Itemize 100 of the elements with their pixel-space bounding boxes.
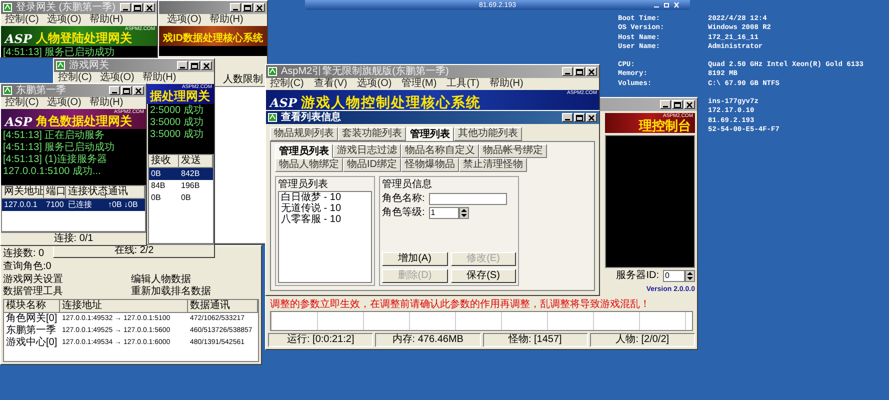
- menu-item[interactable]: 查看(V): [314, 79, 348, 89]
- minimize-button[interactable]: [562, 67, 573, 76]
- stat-text: 连接数: 0: [3, 248, 44, 260]
- menu-item[interactable]: 选项(O): [46, 15, 82, 25]
- field-label: 角色等级:: [382, 207, 425, 219]
- menu-item[interactable]: 帮助(H): [489, 79, 524, 89]
- tool-button[interactable]: 数据管理工具: [3, 286, 63, 298]
- tab[interactable]: 物品规则列表: [270, 127, 338, 141]
- close-button[interactable]: [144, 3, 155, 12]
- maximize-icon: [191, 62, 198, 68]
- restore-button[interactable]: [663, 1, 670, 9]
- window-title: 东鹏第一季: [16, 86, 66, 96]
- tab[interactable]: 套装功能列表: [338, 127, 406, 141]
- menu-item[interactable]: 控制(C): [5, 98, 39, 108]
- tab[interactable]: 管理列表: [406, 127, 454, 141]
- log-line: [4:51:13] 服务已启动成功: [3, 47, 116, 57]
- maximize-button[interactable]: [189, 61, 200, 70]
- spin-arrows-icon: [460, 208, 468, 218]
- close-button[interactable]: [133, 86, 144, 95]
- stat-text: 查询角色:0: [3, 261, 52, 273]
- tab[interactable]: 物品帐号绑定: [479, 144, 547, 158]
- tab[interactable]: 禁止清理怪物: [459, 158, 527, 172]
- close-button[interactable]: [201, 61, 212, 70]
- menu-item[interactable]: 控制(C): [58, 73, 92, 83]
- list-item[interactable]: 白日做梦 - 10: [281, 192, 342, 203]
- tab[interactable]: 游戏日志过滤: [333, 144, 401, 158]
- tool-button[interactable]: 游戏网关设置: [3, 274, 63, 286]
- table-row[interactable]: 0B 842B: [149, 168, 213, 180]
- close-button[interactable]: [586, 67, 597, 76]
- log-line: [4:51:13] 正在启动服务: [3, 130, 106, 142]
- action-button[interactable]: 增加(A): [382, 252, 448, 266]
- banner-logo: ASP: [5, 32, 32, 46]
- spin-field[interactable]: 1: [428, 207, 459, 219]
- menu-item[interactable]: 帮助(H): [209, 15, 244, 25]
- app-icon: [3, 86, 12, 95]
- maximize-button[interactable]: [672, 100, 683, 109]
- close-button[interactable]: [254, 3, 265, 12]
- maximize-button[interactable]: [574, 67, 585, 76]
- close-button[interactable]: [673, 1, 680, 9]
- menu-item[interactable]: 工具(T): [446, 79, 480, 89]
- menu-item[interactable]: 选项(O): [357, 79, 392, 89]
- minimize-button[interactable]: [120, 3, 131, 12]
- banner-logo: ASP: [270, 96, 297, 110]
- minimize-button[interactable]: [562, 113, 573, 122]
- banner-title: 人物登陆处理网关: [36, 31, 132, 46]
- maximize-button[interactable]: [242, 3, 253, 12]
- tab[interactable]: 其他功能列表: [454, 127, 522, 141]
- table-cell-text: 196B: [180, 180, 201, 192]
- menu-item[interactable]: 控制(C): [270, 79, 304, 89]
- banner-title: 理控制台: [639, 118, 691, 133]
- close-button[interactable]: [684, 100, 695, 109]
- minimize-button[interactable]: [660, 100, 671, 109]
- banner-title: 游戏人物控制处理核心系统: [301, 95, 481, 110]
- tab[interactable]: 管理员列表: [275, 144, 333, 158]
- warning-text: 调整的参数立即生效，在调整前请确认此参数的作用再调整，乱调整将导致游戏混乱！: [269, 298, 651, 311]
- status-field: 内存: 476.46MB: [375, 333, 480, 347]
- menu-item[interactable]: 选项(O): [46, 98, 82, 108]
- menu-item[interactable]: 管理(M): [402, 79, 437, 89]
- close-button[interactable]: [586, 113, 597, 122]
- table-cell-text: 已连接: [67, 199, 93, 211]
- menu-item[interactable]: 选项(O): [167, 15, 202, 25]
- menu-item[interactable]: 控制(C): [5, 15, 39, 25]
- window-title: 游戏网关: [69, 60, 109, 70]
- close-icon: [256, 4, 263, 10]
- menu-item[interactable]: 帮助(H): [89, 98, 124, 108]
- spin-button[interactable]: [685, 270, 695, 282]
- maximize-button[interactable]: [574, 113, 585, 122]
- tool-button[interactable]: 编辑人物数据: [131, 274, 191, 286]
- table-cell-text: 842B: [180, 168, 201, 180]
- tab[interactable]: 物品ID绑定: [343, 158, 401, 172]
- status-field: 怪物: [1457]: [482, 333, 588, 347]
- table-cell-text: 0B: [150, 168, 162, 180]
- minimize-button[interactable]: [177, 61, 188, 70]
- spin-button[interactable]: [458, 207, 469, 219]
- maximize-button[interactable]: [121, 86, 132, 95]
- table-cell-text: 东鹏第一季: [5, 325, 57, 336]
- tab[interactable]: 怪物爆物品: [401, 158, 459, 172]
- text-field[interactable]: [428, 193, 507, 205]
- log-line: 3:5000 成功: [150, 117, 204, 128]
- minimize-button[interactable]: [230, 3, 241, 12]
- restore-icon: [663, 1, 670, 9]
- maximize-button[interactable]: [132, 3, 143, 12]
- list-item[interactable]: 无道传说 - 10: [281, 203, 342, 214]
- log-line: 2:5000 成功: [150, 105, 204, 116]
- table-cell-text: 游戏中心[0]: [5, 337, 58, 349]
- menu-item[interactable]: 帮助(H): [89, 15, 124, 25]
- table-cell-text: 127.0.0.1: [3, 199, 38, 211]
- menu-item[interactable]: 选项(O): [100, 73, 134, 83]
- menu-item[interactable]: 帮助(H): [142, 73, 176, 83]
- close-icon: [588, 68, 595, 74]
- minimize-button[interactable]: [109, 86, 120, 95]
- spin-field[interactable]: 0: [663, 270, 685, 282]
- action-button[interactable]: 保存(S): [450, 269, 516, 283]
- close-icon: [135, 88, 142, 94]
- list-item[interactable]: 八零客服 - 10: [281, 214, 342, 225]
- tab[interactable]: 物品人物绑定: [275, 158, 343, 172]
- log-line: [4:51:13] 服务已启动成功: [3, 142, 116, 154]
- tab[interactable]: 物品名称自定义: [401, 144, 479, 158]
- tool-button[interactable]: 重新加载排名数据: [131, 286, 211, 298]
- table-row[interactable]: 127.0.0.1 7100 已连接 ↑0B ↓0B: [2, 199, 145, 211]
